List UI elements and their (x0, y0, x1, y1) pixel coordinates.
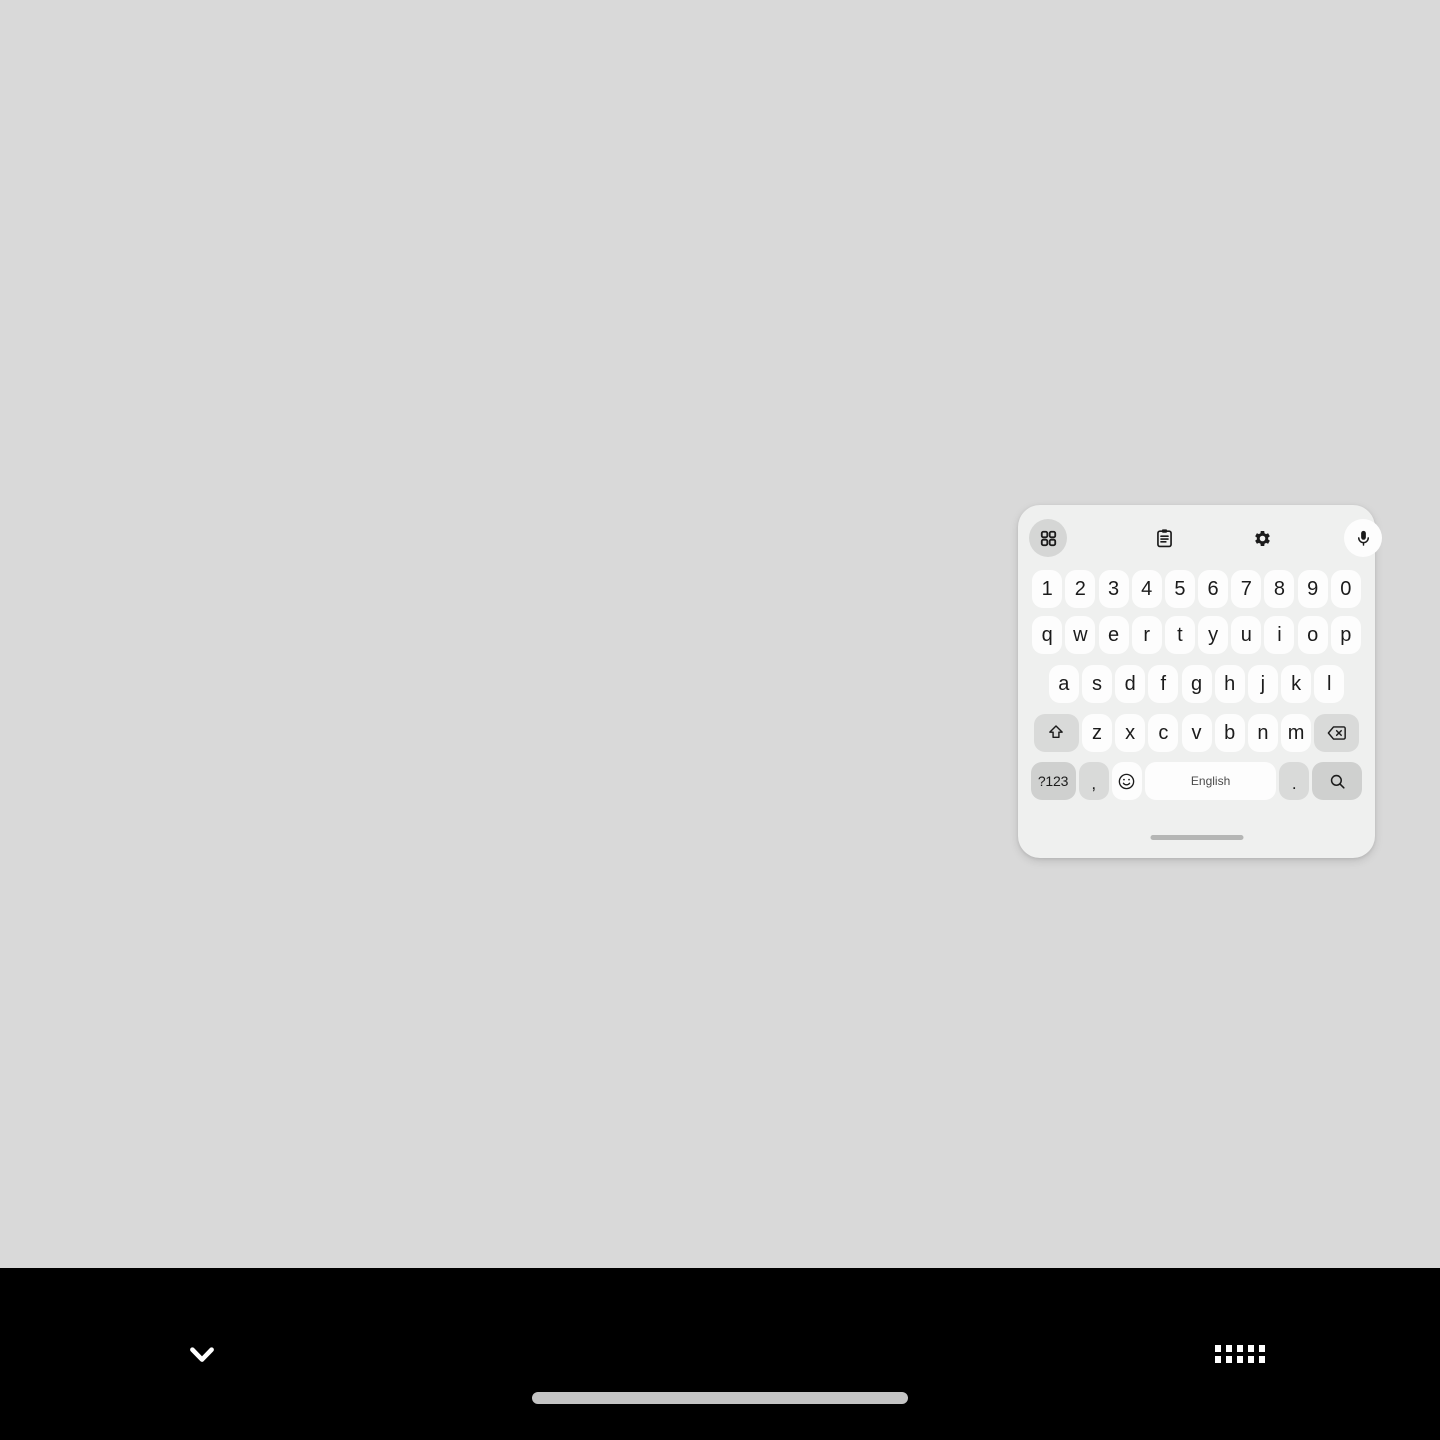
emoji-key[interactable] (1111, 762, 1142, 800)
key-y[interactable]: y (1198, 616, 1229, 654)
key-0[interactable]: 0 (1330, 570, 1361, 608)
clipboard-icon (1154, 528, 1175, 549)
key-5[interactable]: 5 (1164, 570, 1195, 608)
voice-input-button[interactable] (1344, 519, 1382, 557)
key-h[interactable]: h (1214, 665, 1245, 703)
hide-keyboard-back-button[interactable] (170, 1324, 234, 1388)
key-m[interactable]: m (1281, 714, 1312, 752)
key-8[interactable]: 8 (1264, 570, 1295, 608)
keyboard-toolbar (1018, 519, 1382, 567)
clipboard-button[interactable] (1145, 519, 1183, 557)
key-x[interactable]: x (1115, 714, 1146, 752)
key-e[interactable]: e (1098, 616, 1129, 654)
backspace-delete-icon (1326, 722, 1348, 744)
key-o[interactable]: o (1297, 616, 1328, 654)
key-g[interactable]: g (1181, 665, 1212, 703)
key-k[interactable]: k (1281, 665, 1312, 703)
key-7[interactable]: 7 (1231, 570, 1262, 608)
keyboard-switcher-button[interactable] (1206, 1326, 1274, 1386)
key-i[interactable]: i (1264, 616, 1295, 654)
key-3[interactable]: 3 (1098, 570, 1129, 608)
drag-handle[interactable] (1150, 835, 1243, 840)
grid-2x2-icon (1039, 529, 1058, 548)
key-v[interactable]: v (1181, 714, 1212, 752)
floating-keyboard-panel: 1 2 3 4 5 6 7 8 9 0 q w e r t y u i o p … (1018, 505, 1382, 858)
symbols-key[interactable]: ?123 (1030, 762, 1076, 800)
period-key[interactable]: . (1279, 762, 1310, 800)
shift-key[interactable] (1033, 714, 1079, 752)
keyboard-icon-row-1 (1215, 1345, 1265, 1352)
emoji-smiley-icon (1117, 772, 1136, 791)
keyboard-row-numbers: 1 2 3 4 5 6 7 8 9 0 (1018, 568, 1375, 610)
key-9[interactable]: 9 (1297, 570, 1328, 608)
key-f[interactable]: f (1148, 665, 1179, 703)
key-b[interactable]: b (1214, 714, 1245, 752)
key-6[interactable]: 6 (1198, 570, 1229, 608)
key-j[interactable]: j (1247, 665, 1278, 703)
gear-icon (1252, 528, 1273, 549)
home-gesture-pill[interactable] (532, 1392, 908, 1404)
key-2[interactable]: 2 (1065, 570, 1096, 608)
key-t[interactable]: t (1164, 616, 1195, 654)
enter-search-key[interactable] (1312, 762, 1363, 800)
key-c[interactable]: c (1148, 714, 1179, 752)
key-w[interactable]: w (1065, 616, 1096, 654)
key-l[interactable]: l (1314, 665, 1345, 703)
key-4[interactable]: 4 (1131, 570, 1162, 608)
keyboard-row-bottom: z x c v b n m (1018, 712, 1375, 754)
search-magnifier-icon (1328, 772, 1347, 791)
backspace-key[interactable] (1314, 714, 1360, 752)
key-s[interactable]: s (1081, 665, 1112, 703)
settings-button[interactable] (1243, 519, 1281, 557)
space-key[interactable]: English (1145, 762, 1277, 800)
key-d[interactable]: d (1115, 665, 1146, 703)
key-1[interactable]: 1 (1032, 570, 1063, 608)
keyboard-row-home: a s d f g h j k l (1018, 663, 1375, 705)
microphone-icon (1354, 529, 1373, 548)
keyboard-icon (1215, 1345, 1265, 1367)
key-a[interactable]: a (1048, 665, 1079, 703)
chevron-down-icon (181, 1333, 223, 1380)
key-q[interactable]: q (1032, 616, 1063, 654)
comma-key[interactable]: , (1078, 762, 1109, 800)
key-p[interactable]: p (1330, 616, 1361, 654)
key-n[interactable]: n (1247, 714, 1278, 752)
shift-arrow-up-icon (1046, 723, 1066, 743)
key-z[interactable]: z (1081, 714, 1112, 752)
key-u[interactable]: u (1231, 616, 1262, 654)
key-r[interactable]: r (1131, 616, 1162, 654)
keyboard-row-top: q w e r t y u i o p (1018, 614, 1375, 656)
keyboard-row-space: ?123 , English . (1018, 760, 1375, 802)
show-more-tools-button[interactable] (1029, 519, 1067, 557)
keyboard-icon-row-2 (1215, 1356, 1265, 1363)
